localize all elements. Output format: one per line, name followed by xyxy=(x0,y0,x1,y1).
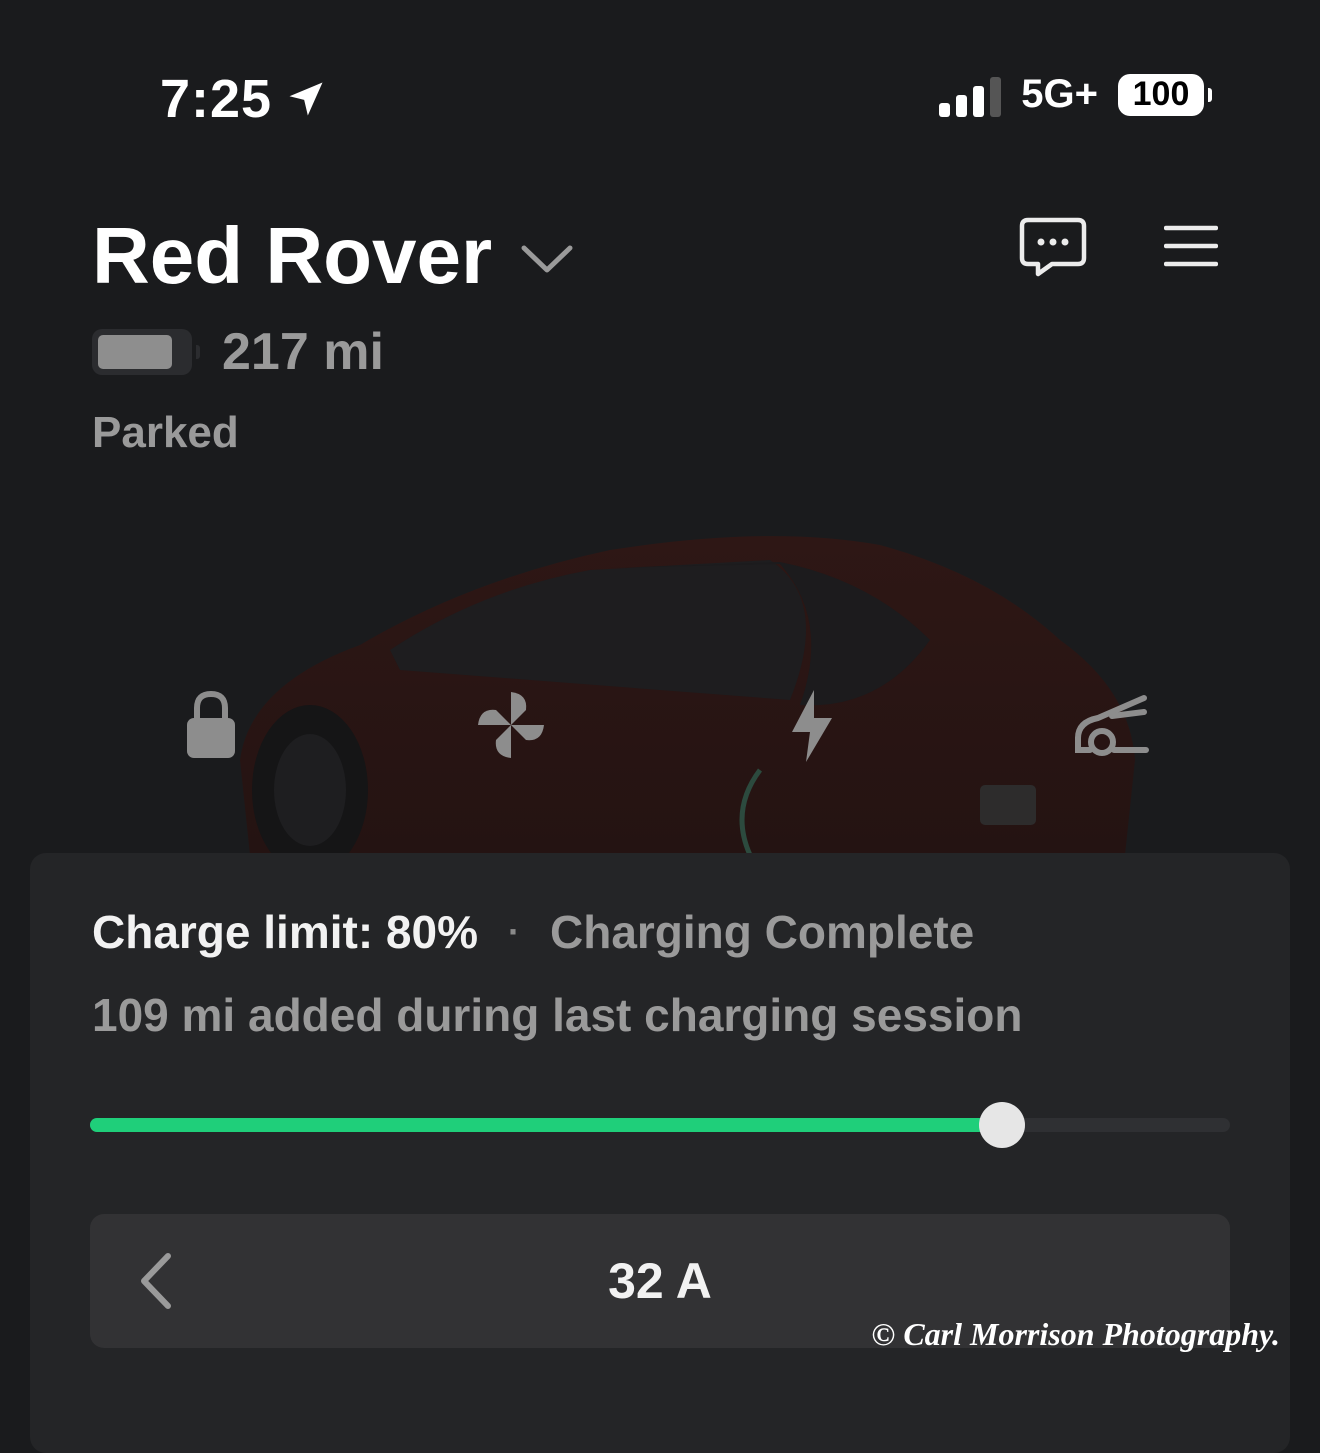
lock-icon xyxy=(187,690,235,758)
charge-limit-slider-fill xyxy=(90,1118,1002,1132)
car-image xyxy=(240,536,1135,855)
charge-button[interactable] xyxy=(784,688,838,769)
charge-bolt-icon xyxy=(792,690,832,762)
charge-summary: Charge limit: 80% · Charging Complete xyxy=(92,905,974,959)
watermark: © Carl Morrison Photography. xyxy=(871,1316,1280,1352)
miles-added-label: 109 mi added during last charging sessio… xyxy=(92,989,1023,1041)
vehicle-name: Red Rover xyxy=(92,211,493,300)
menu-button[interactable] xyxy=(1163,224,1219,273)
network-type: 5G+ xyxy=(1021,72,1098,116)
fan-icon xyxy=(478,692,544,758)
location-arrow-icon xyxy=(289,82,323,116)
range-battery-icon xyxy=(92,329,200,375)
battery-icon: 100 xyxy=(1118,73,1212,116)
amperage-value: 32 A xyxy=(608,1253,712,1309)
time-label: 7:25 xyxy=(160,69,273,129)
range-indicator: 217 mi xyxy=(92,322,384,382)
cellular-signal-icon xyxy=(939,73,1002,117)
status-bar-time: 7:25 xyxy=(160,68,328,130)
separator-dot: · xyxy=(508,911,520,952)
battery-percent: 100 xyxy=(1132,75,1190,113)
lock-button[interactable] xyxy=(184,688,238,765)
vehicle-status: Parked xyxy=(92,408,239,457)
message-icon xyxy=(1019,217,1087,277)
status-bar-indicators: 5G+ 100 xyxy=(939,72,1212,117)
charging-state: Charging Complete xyxy=(550,906,975,958)
range-value: 217 mi xyxy=(222,323,384,381)
charge-limit-slider-thumb[interactable] xyxy=(979,1102,1025,1148)
frunk-button[interactable] xyxy=(1072,688,1150,767)
charge-limit-label: Charge limit: 80% xyxy=(92,906,478,958)
charge-limit-slider[interactable] xyxy=(90,1118,1230,1132)
climate-button[interactable] xyxy=(474,688,548,767)
vehicle-selector[interactable]: Red Rover xyxy=(92,210,574,302)
messages-button[interactable] xyxy=(1018,216,1088,283)
menu-icon xyxy=(1163,225,1219,267)
chevron-down-icon xyxy=(521,245,573,273)
frunk-icon xyxy=(1075,695,1149,756)
